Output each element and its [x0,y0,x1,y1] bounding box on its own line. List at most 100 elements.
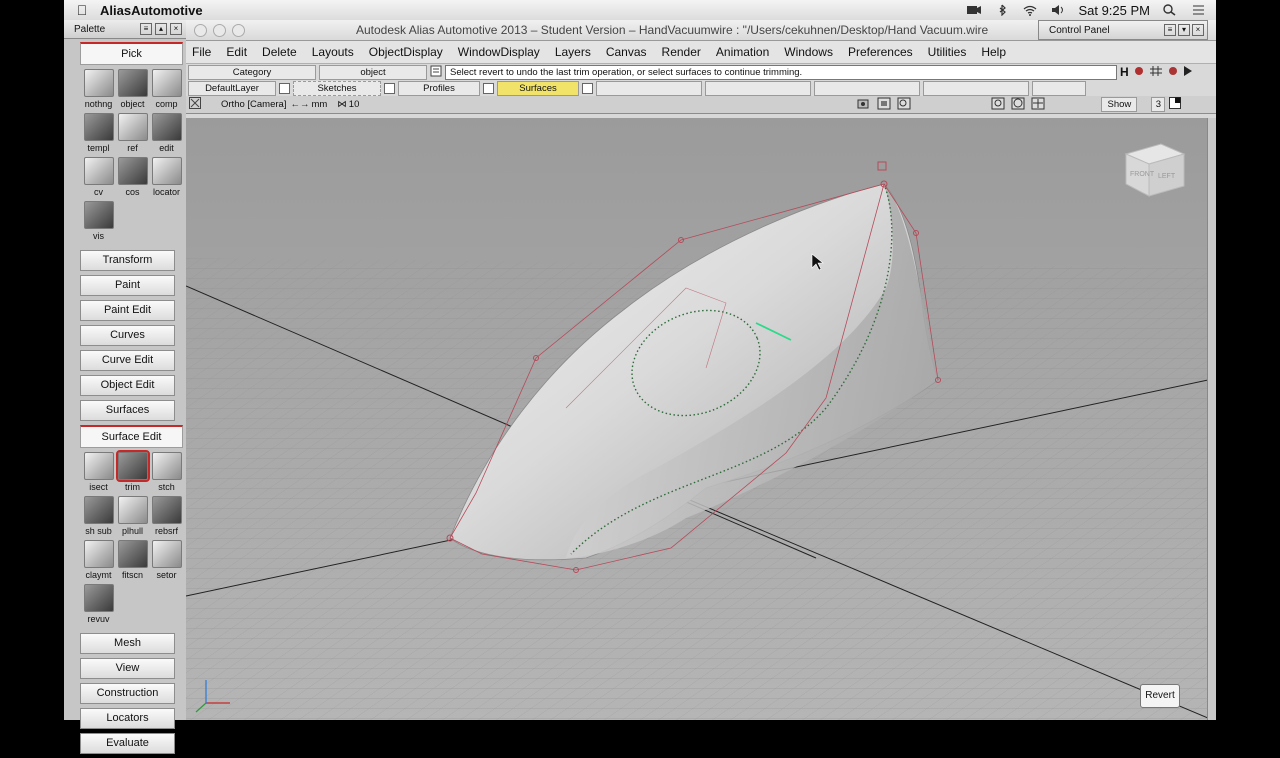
palette-section-surfaces[interactable]: Surfaces [80,400,175,421]
palette-close-icon[interactable]: × [170,23,182,35]
palette-section-surface-edit[interactable]: Surface Edit [80,425,183,448]
category-selector[interactable]: Category [188,64,316,80]
palette-collapse-icon[interactable]: ▴ [155,23,167,35]
palette-section-object-edit[interactable]: Object Edit [80,375,175,396]
palette-menu-icon[interactable]: ≡ [140,23,152,35]
tool-pick-visible[interactable]: vis [82,201,115,243]
palette-section-paint-edit[interactable]: Paint Edit [80,300,175,321]
menu-animation[interactable]: Animation [716,45,769,59]
view-fit-icon[interactable] [1011,97,1025,113]
object-selector[interactable]: object [319,64,427,80]
tool-stitch[interactable]: stch [150,452,183,494]
window-zoom-button[interactable] [232,23,245,37]
tool-pick-reference[interactable]: ref [116,113,149,155]
tool-pick-object[interactable]: object [116,69,149,111]
window-close-button[interactable] [194,23,207,37]
menu-render[interactable]: Render [662,45,701,59]
viewport-layout-number[interactable]: 3 [1151,97,1166,112]
layer-default[interactable]: DefaultLayer [188,80,276,96]
palette-section-paint[interactable]: Paint [80,275,175,296]
view-reset-icon[interactable] [991,97,1005,113]
layer-empty-5[interactable] [1032,80,1086,96]
camera-zoom-icon[interactable] [897,97,911,113]
menu-windows[interactable]: Windows [784,45,833,59]
menu-windowdisplay[interactable]: WindowDisplay [458,45,540,59]
layer-sketches-checkbox[interactable] [384,82,395,94]
window-minimize-button[interactable] [213,23,226,37]
layer-profiles-checkbox[interactable] [483,82,494,94]
layer-empty-2[interactable] [705,80,811,96]
menu-layers[interactable]: Layers [555,45,591,59]
shelf-tool-magnet-icon[interactable] [1166,65,1180,80]
viewport-close-icon[interactable] [189,97,201,112]
tool-pick-nothing[interactable]: nothng [82,69,115,111]
menubar-clock[interactable]: Sat 9:25 PM [1078,3,1150,18]
wifi-icon[interactable] [1022,4,1038,16]
shelf-tool-grid-icon[interactable] [1149,65,1163,80]
layer-default-checkbox[interactable] [279,82,290,94]
modeling-viewport[interactable]: FRONT LEFT Revert [186,118,1208,720]
view-cube[interactable]: FRONT LEFT [1124,143,1186,197]
apple-icon[interactable]:  [64,2,100,18]
tool-polyhull[interactable]: plhull [116,496,149,538]
tool-set-orientation[interactable]: setor [150,540,183,582]
palette-section-mesh[interactable]: Mesh [80,633,175,654]
camera-track-icon[interactable] [877,97,891,113]
tool-pick-cos[interactable]: cos [116,157,149,199]
menu-help[interactable]: Help [981,45,1006,59]
tool-trim[interactable]: trim [115,450,150,494]
menu-objectdisplay[interactable]: ObjectDisplay [369,45,443,59]
view-move-icon[interactable] [1031,97,1045,113]
camera-tumble-icon[interactable] [857,97,871,113]
menu-delete[interactable]: Delete [262,45,297,59]
layer-profiles[interactable]: Profiles [398,80,480,96]
tool-reverse-uv[interactable]: revuv [82,584,115,626]
tool-clay-mount[interactable]: claymt [82,540,115,582]
layer-surfaces[interactable]: Surfaces [497,80,579,96]
spotlight-search-icon[interactable] [1162,4,1178,16]
menu-file[interactable]: File [192,45,211,59]
tool-pick-template[interactable]: templ [82,113,115,155]
menu-preferences[interactable]: Preferences [848,45,913,59]
shelf-tool-h-icon[interactable]: H [1120,65,1129,79]
palette-section-view[interactable]: View [80,658,175,679]
tool-pick-edit[interactable]: edit [150,113,183,155]
shelf-tool-snap-icon[interactable] [1132,65,1146,80]
palette-section-transform[interactable]: Transform [80,250,175,271]
layer-empty-3[interactable] [814,80,920,96]
palette-section-curves[interactable]: Curves [80,325,175,346]
prompt-history-icon[interactable] [430,65,442,80]
tool-rebuild-surface[interactable]: rebsrf [150,496,183,538]
palette-section-locators[interactable]: Locators [80,708,175,729]
control-panel-menu-icon[interactable]: ≡ [1164,24,1176,36]
tool-pick-cv[interactable]: cv [82,157,115,199]
layer-empty-1[interactable] [596,80,702,96]
tool-shell-subdivide[interactable]: sh sub [82,496,115,538]
revert-button[interactable]: Revert [1140,684,1180,708]
bluetooth-icon[interactable] [994,4,1010,17]
notification-center-icon[interactable] [1190,4,1206,16]
viewport-show-menu[interactable]: Show [1101,97,1138,112]
layer-empty-4[interactable] [923,80,1029,96]
palette-section-evaluate[interactable]: Evaluate [80,733,175,754]
palette-section-curve-edit[interactable]: Curve Edit [80,350,175,371]
tool-pick-component[interactable]: comp [150,69,183,111]
tool-intersect[interactable]: isect [82,452,115,494]
camera-icon[interactable] [966,4,982,16]
menu-edit[interactable]: Edit [226,45,247,59]
menu-layouts[interactable]: Layouts [312,45,354,59]
prompt-line[interactable]: Select revert to undo the last trim oper… [445,64,1117,80]
app-menu-name[interactable]: AliasAutomotive [100,3,203,18]
control-panel-close-icon[interactable]: × [1192,24,1204,36]
tool-pick-locator[interactable]: locator [150,157,183,199]
control-panel-titlebar[interactable]: Control Panel ≡ ▾ × [1038,20,1208,40]
control-panel-collapse-icon[interactable]: ▾ [1178,24,1190,36]
tool-fit-scan[interactable]: fitscn [116,540,149,582]
layer-surfaces-checkbox[interactable] [582,82,593,94]
shelf-expand-arrow-icon[interactable] [1183,65,1193,80]
palette-titlebar[interactable]: Palette ≡ ▴ × [64,20,186,39]
menu-canvas[interactable]: Canvas [606,45,647,59]
menu-utilities[interactable]: Utilities [928,45,967,59]
volume-icon[interactable] [1050,4,1066,16]
viewport-canvas[interactable]: FRONT LEFT [186,118,1208,720]
